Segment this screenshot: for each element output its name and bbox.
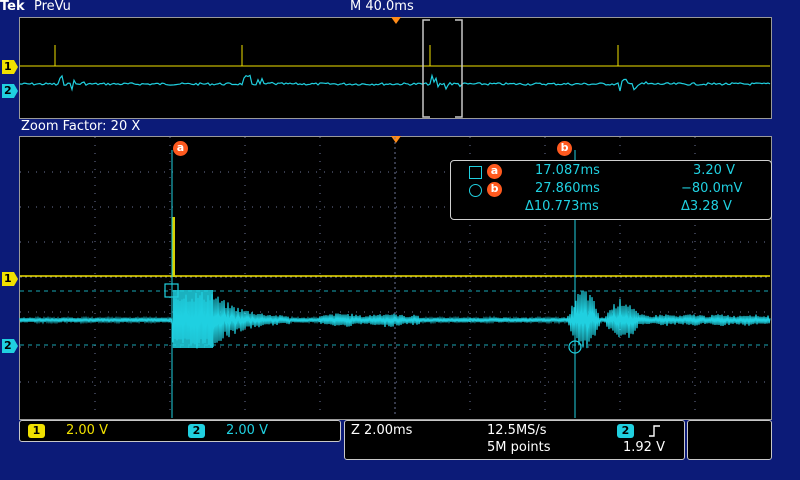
ch2-scale-badge[interactable]: 2 [188,424,205,438]
cursor-a-label[interactable]: a [173,141,188,156]
cursor-readout-box[interactable]: a 17.087ms 3.20 V b 27.860ms −80.0mV Δ10… [450,160,772,220]
cursor-b-value: −80.0mV [681,181,743,196]
record-length: 5M points [487,440,551,455]
zoom-ch2-burst [173,290,213,348]
ch1-scale-badge[interactable]: 1 [28,424,45,438]
channel-scale-panel[interactable]: 1 2.00 V 2 2.00 V [19,420,341,442]
waveform-graphics [19,17,771,418]
cursor-a-readout-label: a [487,164,502,179]
overview-ch1-spikes [54,45,619,66]
sample-rate: 12.5MS/s [487,423,547,438]
overview-zoom-window [422,19,463,118]
trigger-level[interactable]: 1.92 V [623,440,665,455]
cursor-b-circle-icon [469,184,482,197]
timebase-trigger-panel[interactable]: Z 2.00ms 12.5MS/s 5M points 2 1.92 V [344,420,685,460]
rising-edge-icon [649,425,660,437]
cursor-b-label[interactable]: b [557,141,572,156]
cursor-a-time: 17.087ms [535,163,600,178]
cursor-b-time: 27.860ms [535,181,600,196]
zoom-timebase[interactable]: Z 2.00ms [351,423,412,438]
cursor-delta-value: Δ3.28 V [681,199,732,214]
zoom-trigger-position-marker [391,136,401,143]
cursor-a-square-icon [469,166,482,179]
cursor-b-readout-label: b [487,182,502,197]
ch1-scale[interactable]: 2.00 V [66,423,108,438]
overview-ch2-trace [19,73,771,92]
ch2-scale[interactable]: 2.00 V [226,423,268,438]
overview-trigger-position-marker [391,17,401,24]
cursor-delta-time: Δ10.773ms [525,199,599,214]
trigger-source-badge[interactable]: 2 [617,424,634,438]
blank-readout-panel[interactable] [687,420,772,460]
zoom-ch2-trace [19,291,771,349]
cursor-a-value: 3.20 V [693,163,735,178]
